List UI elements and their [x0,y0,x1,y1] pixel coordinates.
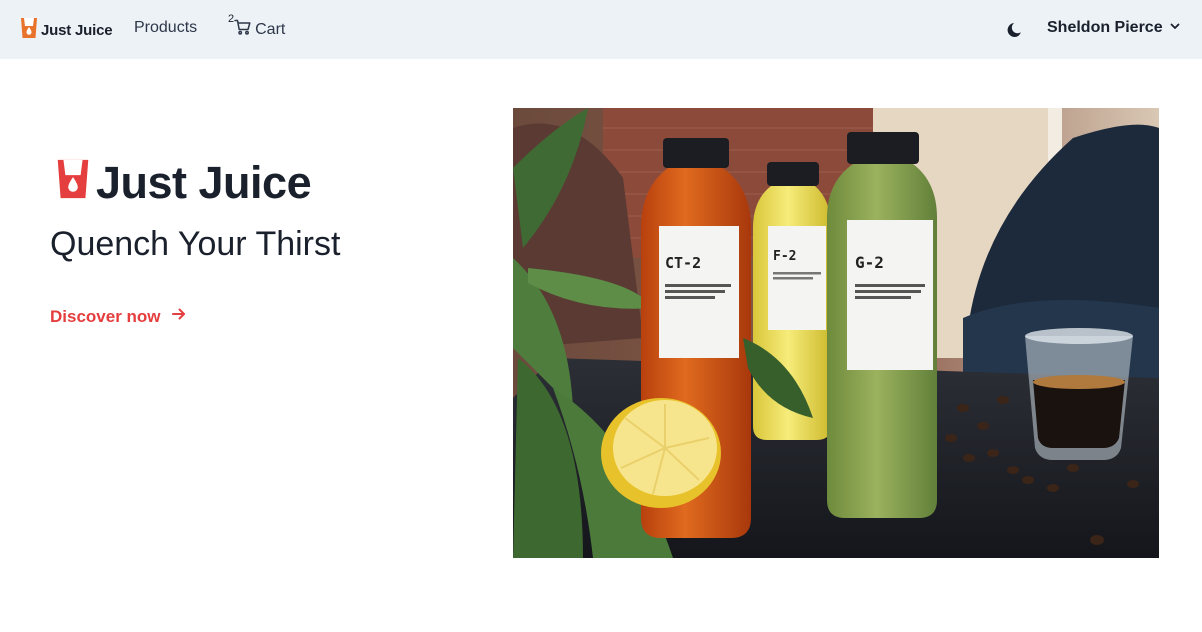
cart-icon [234,19,251,40]
discover-now-link[interactable]: Discover now [50,306,187,327]
user-name: Sheldon Pierce [1047,19,1163,36]
svg-text:G-2: G-2 [855,253,884,272]
juice-cup-icon [54,158,92,208]
hero-subtitle: Quench Your Thirst [50,225,341,263]
discover-label: Discover now [50,306,161,326]
brand-name: Just Juice [41,22,113,39]
user-menu-button[interactable]: Sheldon Pierce [1047,19,1181,37]
hero-juice-bottles-image: CT-2 F-2 G-2 [513,108,1159,558]
top-navbar: Just Juice Products 2 Cart Sheldon Pierc… [0,0,1202,59]
moon-icon[interactable] [1005,20,1025,40]
cart-label: Cart [255,20,286,38]
chevron-down-icon [1169,19,1181,37]
svg-text:F-2: F-2 [773,249,796,264]
juice-cup-icon [20,17,38,44]
nav-products-link[interactable]: Products [134,19,197,37]
brand-home-link[interactable]: Just Juice [20,17,113,44]
hero-title-text: Just Juice [96,157,312,208]
svg-text:CT-2: CT-2 [665,254,701,272]
arrow-right-icon [171,306,187,327]
nav-cart-link[interactable]: 2 Cart [228,14,285,40]
hero-title: Just Juice [54,157,312,208]
